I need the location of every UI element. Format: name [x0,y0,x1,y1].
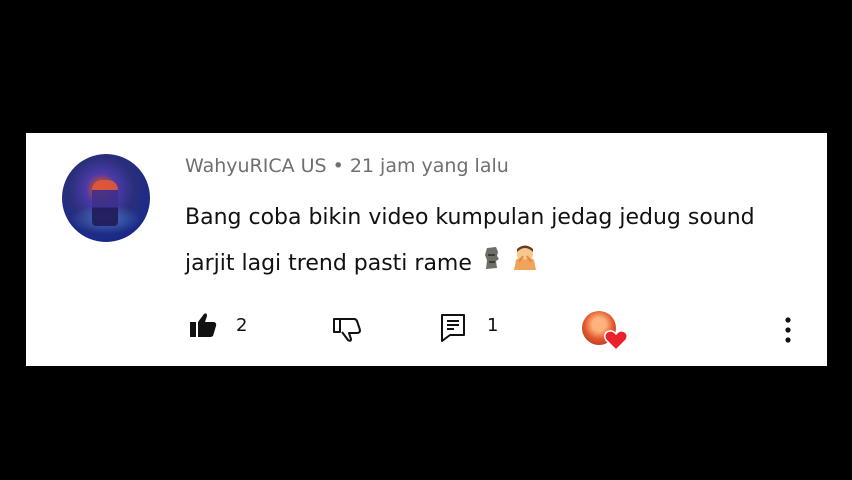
comment-meta: WahyuRICA US • 21 jam yang lalu [185,155,509,177]
heart-icon [603,329,629,355]
like-count: 2 [236,315,248,336]
author-name[interactable]: WahyuRICA US [185,155,327,177]
meta-separator: • [332,155,344,177]
comment-text: Bang coba bikin video kumpulan jedag jed… [185,205,755,276]
thumbs-up-icon[interactable] [188,311,218,343]
more-vertical-icon[interactable] [784,316,792,348]
reply-icon[interactable] [440,313,466,347]
comment-card: WahyuRICA US • 21 jam yang lalu Bang coba … [26,133,827,366]
face-with-hands-emoji-icon [512,241,538,287]
thumbs-down-icon[interactable] [332,315,362,347]
comment-timestamp[interactable]: 21 jam yang lalu [350,155,509,177]
moai-emoji-icon [483,241,501,287]
comment-body: Bang coba bikin video kumpulan jedag jed… [185,195,785,287]
avatar[interactable] [62,154,150,242]
avatar-figure [92,180,118,226]
reply-count: 1 [487,315,499,336]
